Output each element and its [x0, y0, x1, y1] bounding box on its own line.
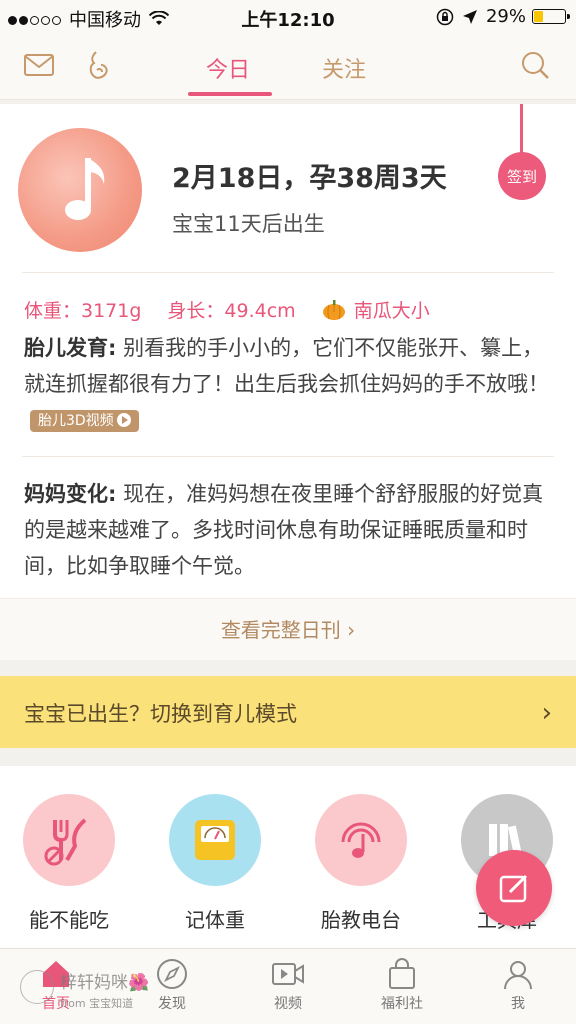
tool-can-i-eat[interactable]: 能不能吃 — [9, 794, 129, 933]
tool-icon-bg — [169, 794, 261, 886]
tab-me-label: 我 — [511, 996, 525, 1012]
fetus-avatar[interactable] — [18, 128, 142, 252]
fetal-development: 胎儿发育: 别看我的手小小的，它们不仅能张开、纂上，就连抓握都很有力了！出生后我… — [24, 330, 554, 438]
tool-label: 胎教电台 — [321, 908, 401, 932]
edit-icon — [499, 874, 528, 903]
tab-welfare[interactable]: 福利社 — [362, 957, 442, 1013]
orientation-lock-icon — [436, 8, 454, 25]
mom-changes: 妈妈变化: 现在，准妈妈想在夜里睡个舒舒服服的好觉真的是越来越难了。多找时间休息… — [24, 476, 554, 584]
pregnancy-icon[interactable] — [82, 48, 116, 82]
watermark-logo-icon — [20, 970, 54, 1004]
video-icon — [272, 963, 304, 985]
tab-me[interactable]: 我 — [478, 957, 558, 1013]
fetal-title: 胎儿发育: — [24, 336, 117, 360]
size-compare: 南瓜大小 — [322, 296, 456, 323]
tool-icon-bg — [23, 794, 115, 886]
active-tab-indicator — [188, 92, 272, 96]
tab-welfare-label: 福利社 — [381, 996, 423, 1012]
play-icon — [116, 413, 131, 427]
status-right: 29% — [436, 6, 570, 27]
checkin-button[interactable]: 签到 — [498, 152, 546, 200]
battery-icon — [532, 9, 570, 24]
watermark-text: 梓轩妈咪🌺 — [60, 973, 150, 993]
scale-icon — [195, 820, 235, 860]
shopping-bag-icon — [389, 958, 415, 989]
watermark-source: from 宝宝知道 — [60, 997, 134, 1010]
fetal-3d-video-label: 胎儿3D视频 — [38, 413, 114, 429]
music-note-icon — [65, 158, 105, 220]
watermark: 梓轩妈咪🌺 from 宝宝知道 — [20, 968, 149, 1011]
tab-video-label: 视频 — [274, 996, 302, 1012]
tools-row: 能不能吃 记体重 胎教电台 — [0, 766, 576, 948]
mom-title: 妈妈变化: — [24, 482, 117, 506]
mode-switch-banner[interactable]: 宝宝已出生？切换到育儿模式 › — [0, 676, 576, 748]
tool-icon-bg — [315, 794, 407, 886]
daily-card: 2月18日，孕38周3天 宝宝11天后出生 签到 体重：3171g 身长：49.… — [0, 104, 576, 660]
baby-weight: 体重：3171g — [24, 300, 142, 322]
radio-icon — [341, 822, 381, 858]
tab-today[interactable]: 今日 — [206, 52, 250, 84]
divider — [22, 272, 554, 273]
battery-percent: 29% — [485, 6, 526, 27]
tool-label: 记体重 — [185, 908, 245, 932]
due-countdown: 宝宝11天后出生 — [172, 212, 325, 236]
fetal-3d-video-button[interactable]: 胎儿3D视频 — [30, 410, 139, 432]
tool-label: 能不能吃 — [29, 908, 109, 932]
top-nav: 今日 关注 — [0, 34, 576, 100]
compose-button[interactable] — [476, 850, 552, 926]
tab-follow[interactable]: 关注 — [322, 52, 366, 84]
size-compare-label: 南瓜大小 — [353, 300, 430, 322]
tab-video[interactable]: 视频 — [248, 957, 328, 1013]
divider — [22, 456, 554, 457]
pumpkin-icon — [322, 299, 345, 320]
baby-length: 身长：49.4cm — [167, 300, 296, 322]
search-icon[interactable] — [518, 48, 552, 82]
chevron-right-icon: › — [541, 698, 552, 728]
location-arrow-icon — [462, 9, 477, 24]
mail-icon[interactable] — [22, 48, 56, 82]
banner-text: 宝宝已出生？切换到育儿模式 — [24, 702, 297, 726]
tool-weight[interactable]: 记体重 — [155, 794, 275, 933]
pregnancy-date: 2月18日，孕38周3天 — [172, 163, 447, 194]
baby-stats: 体重：3171g 身长：49.4cm 南瓜大小 — [24, 296, 456, 323]
compass-icon — [157, 959, 187, 989]
fork-knife-icon — [44, 818, 87, 866]
tool-radio[interactable]: 胎教电台 — [301, 794, 421, 933]
user-icon — [504, 961, 532, 990]
status-bar: 中国移动 上午12:10 29% — [0, 0, 576, 34]
full-daily-link[interactable]: 查看完整日刊 › — [0, 598, 576, 660]
